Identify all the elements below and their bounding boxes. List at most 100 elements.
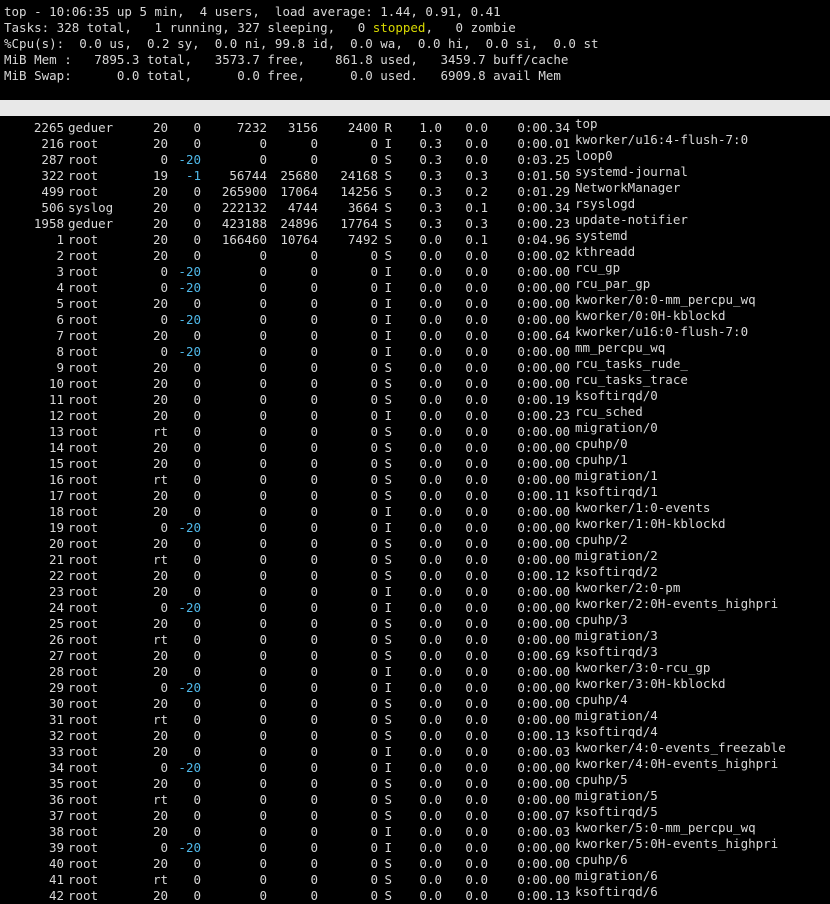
cell-command: systemd-journal: [575, 164, 688, 179]
cell-command: systemd: [575, 228, 628, 243]
cell-command: migration/0: [575, 420, 658, 435]
table-row: 39 root 0 -20 0 0 0 I 0.0 0.0 0:00.00 kworker/5:0H-…: [4, 836, 830, 855]
cell-command: cpuhp/2: [575, 532, 628, 547]
process-table-body: 2265 geduer 20 0 7232 3156 2400 R 1.0 0.0 0:00.34 t…: [4, 116, 830, 903]
cell-mem: 0.0: [465, 888, 488, 903]
table-row: 2265 geduer 20 0 7232 3156 2400 R 1.0 0.0 0:00.34 t…: [4, 116, 830, 135]
table-row: 7 root 20 0 0 0 0 I 0.0 0.0 0:00.64 kworker/u16:0-f…: [4, 324, 830, 343]
tasks-stopped-label: stopped: [372, 20, 426, 35]
table-row: 287 root 0 -20 0 0 0 S 0.3 0.0 0:03.25 loop0: [4, 148, 830, 167]
table-row: 499 root 20 0 265900 17064 14256 S 0.3 0.2 0:01.29…: [4, 180, 830, 199]
cell-command: migration/2: [575, 548, 658, 563]
table-row: 23 root 20 0 0 0 0 I 0.0 0.0 0:00.00 kworker/2:0-pm: [4, 580, 830, 599]
table-row: 6 root 0 -20 0 0 0 I 0.0 0.0 0:00.00 kworker/0:0H-k…: [4, 308, 830, 327]
table-row: 34 root 0 -20 0 0 0 I 0.0 0.0 0:00.00 kworker/4:0H-…: [4, 756, 830, 775]
table-row: 28 root 20 0 0 0 0 I 0.0 0.0 0:00.00 kworker/3:0-rc…: [4, 660, 830, 679]
table-row: 15 root 20 0 0 0 0 S 0.0 0.0 0:00.00 cpuhp/1: [4, 452, 830, 471]
table-row: 2 root 20 0 0 0 0 S 0.0 0.0 0:00.02 kthreadd: [4, 244, 830, 263]
table-row: 11 root 20 0 0 0 0 S 0.0 0.0 0:00.19 ksoftirqd/0: [4, 388, 830, 407]
cell-command: migration/5: [575, 788, 658, 803]
cell-command: kthreadd: [575, 244, 636, 259]
process-table-header: PID USER PR NI VIRT RES SHR S %CPU %MEM TIME+ COMMA…: [0, 100, 830, 135]
tasks-text-b: , 0 zombie: [425, 20, 516, 35]
table-row: 4 root 0 -20 0 0 0 I 0.0 0.0 0:00.00 rcu_par_gp: [4, 276, 830, 295]
cell-command: kworker/2:0H-events_highpri: [575, 596, 779, 611]
summary-uptime-line: top - 10:06:35 up 5 min, 4 users, load a…: [4, 4, 501, 19]
table-row: 37 root 20 0 0 0 0 S 0.0 0.0 0:00.07 ksoftirqd/5: [4, 804, 830, 823]
summary-mem-line: MiB Mem : 7895.3 total, 3573.7 free, 861…: [4, 52, 569, 67]
table-row: 30 root 20 0 0 0 0 S 0.0 0.0 0:00.00 cpuhp/4: [4, 692, 830, 711]
cell-pid: 42: [48, 888, 64, 903]
cell-command: kworker/3:0-rcu_gp: [575, 660, 711, 675]
summary-tasks-line: Tasks: 328 total, 1 running, 327 sleepin…: [4, 20, 830, 36]
cell-cpu: 0.0: [419, 888, 442, 903]
table-row: 14 root 20 0 0 0 0 S 0.0 0.0 0:00.00 cpuhp/0: [4, 436, 830, 455]
table-row: 33 root 20 0 0 0 0 I 0.0 0.0 0:00.03 kworker/4:0-ev…: [4, 740, 830, 759]
cell-command: cpuhp/1: [575, 452, 628, 467]
cell-command: kworker/0:0H-kblockd: [575, 308, 726, 323]
table-row: 8 root 0 -20 0 0 0 I 0.0 0.0 0:00.00 mm_percpu_wq: [4, 340, 830, 359]
table-row: 38 root 20 0 0 0 0 I 0.0 0.0 0:00.03 kworker/5:0-mm…: [4, 820, 830, 839]
cell-command: ksoftirqd/1: [575, 484, 658, 499]
cell-virt: 0: [259, 888, 267, 903]
cell-command: ksoftirqd/3: [575, 644, 658, 659]
table-row: 12 root 20 0 0 0 0 I 0.0 0.0 0:00.23 rcu_sched: [4, 404, 830, 423]
cell-command: cpuhp/4: [575, 692, 628, 707]
table-row: 27 root 20 0 0 0 0 S 0.0 0.0 0:00.69 ksoftirqd/3: [4, 644, 830, 663]
cell-command: kworker/0:0-mm_percpu_wq: [575, 292, 756, 307]
table-row: 42 root 20 0 0 0 0 S 0.0 0.0 0:00.13 ksoftirqd/6: [4, 884, 830, 903]
table-row: 19 root 0 -20 0 0 0 I 0.0 0.0 0:00.00 kworker/1:0H-…: [4, 516, 830, 535]
terminal-window[interactable]: top - 10:06:35 up 5 min, 4 users, load a…: [0, 0, 830, 903]
cell-pr: 20: [152, 888, 168, 903]
cell-command: update-notifier: [575, 212, 688, 227]
cell-command: ksoftirqd/2: [575, 564, 658, 579]
cell-command: rcu_par_gp: [575, 276, 651, 291]
cell-command: migration/6: [575, 868, 658, 883]
cell-command: kworker/2:0-pm: [575, 580, 681, 595]
cell-command: ksoftirqd/4: [575, 724, 658, 739]
table-row: 506 syslog 20 0 222132 4744 3664 S 0.3 0.1 0:00.34…: [4, 196, 830, 215]
table-row: 10 root 20 0 0 0 0 S 0.0 0.0 0:00.00 rcu_tasks_trac…: [4, 372, 830, 391]
table-row: 41 root rt 0 0 0 0 S 0.0 0.0 0:00.00 migration/6: [4, 868, 830, 887]
table-row: 5 root 20 0 0 0 0 I 0.0 0.0 0:00.00 kworker/0:0-mm_…: [4, 292, 830, 311]
table-row: 9 root 20 0 0 0 0 S 0.0 0.0 0:00.00 rcu_tasks_rude_: [4, 356, 830, 375]
cell-command: migration/1: [575, 468, 658, 483]
cell-command: kworker/3:0H-kblockd: [575, 676, 726, 691]
table-row: 216 root 20 0 0 0 0 I 0.3 0.0 0:00.01 kworker/u16:4…: [4, 132, 830, 151]
cell-command: kworker/4:0-events_freezable: [575, 740, 786, 755]
cell-command: ksoftirqd/6: [575, 884, 658, 899]
table-row: 1958 geduer 20 0 423188 24896 17764 S 0.3 0.3 0:00…: [4, 212, 830, 231]
table-row: 18 root 20 0 0 0 0 I 0.0 0.0 0:00.00 kworker/1:0-ev…: [4, 500, 830, 519]
table-row: 21 root rt 0 0 0 0 S 0.0 0.0 0:00.00 migration/2: [4, 548, 830, 567]
table-row: 322 root 19 -1 56744 25680 24168 S 0.3 0.3 0:01.50…: [4, 164, 830, 183]
table-row: 25 root 20 0 0 0 0 S 0.0 0.0 0:00.00 cpuhp/3: [4, 612, 830, 631]
cell-command: top: [575, 116, 598, 131]
cell-command: rcu_tasks_rude_: [575, 356, 688, 371]
table-row: 24 root 0 -20 0 0 0 I 0.0 0.0 0:00.00 kworker/2:0H-…: [4, 596, 830, 615]
cell-command: kworker/5:0H-events_highpri: [575, 836, 779, 851]
cell-shr: 0: [370, 888, 378, 903]
cell-ni: 0: [193, 888, 201, 903]
cell-command: NetworkManager: [575, 180, 681, 195]
cell-command: ksoftirqd/0: [575, 388, 658, 403]
cell-command: kworker/5:0-mm_percpu_wq: [575, 820, 756, 835]
table-row: 26 root rt 0 0 0 0 S 0.0 0.0 0:00.00 migration/3: [4, 628, 830, 647]
cell-command: loop0: [575, 148, 613, 163]
cell-command: kworker/4:0H-events_highpri: [575, 756, 779, 771]
cell-command: rcu_sched: [575, 404, 643, 419]
table-row: 16 root rt 0 0 0 0 S 0.0 0.0 0:00.00 migration/1: [4, 468, 830, 487]
tasks-text-a: Tasks: 328 total, 1 running, 327 sleepin…: [4, 20, 373, 35]
table-row: 3 root 0 -20 0 0 0 I 0.0 0.0 0:00.00 rcu_gp: [4, 260, 830, 279]
cell-command: kworker/u16:4-flush-7:0: [575, 132, 749, 147]
cell-command: kworker/u16:0-flush-7:0: [575, 324, 749, 339]
cell-command: kworker/1:0-events: [575, 500, 711, 515]
cell-command: rsyslogd: [575, 196, 636, 211]
cell-command: rcu_gp: [575, 260, 621, 275]
cell-res: 0: [310, 888, 318, 903]
table-row: 32 root 20 0 0 0 0 S 0.0 0.0 0:00.13 ksoftirqd/4: [4, 724, 830, 743]
cell-command: migration/3: [575, 628, 658, 643]
cell-command: cpuhp/0: [575, 436, 628, 451]
table-row: 20 root 20 0 0 0 0 S 0.0 0.0 0:00.00 cpuhp/2: [4, 532, 830, 551]
cell-command: kworker/1:0H-kblockd: [575, 516, 726, 531]
